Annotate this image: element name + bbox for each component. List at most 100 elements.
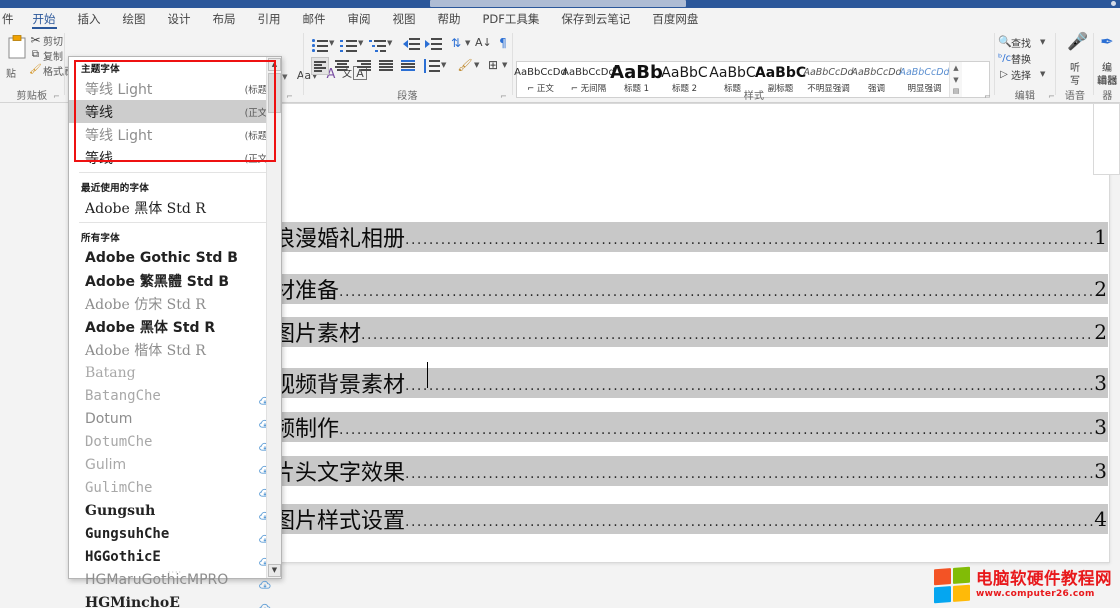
font-list-item-theme-1[interactable]: 等线 (正文) — [69, 100, 281, 123]
font-list-item-all-9[interactable]: Gulim — [69, 453, 281, 476]
document-page[interactable]: 浪漫婚礼相册..................................… — [272, 103, 1110, 563]
font-dialog-launcher[interactable]: ⌐ — [285, 92, 294, 101]
tab-file[interactable]: 件 — [0, 9, 22, 29]
scroll-down-button[interactable]: ▼ — [268, 564, 281, 577]
multilevel-chevron-down-icon[interactable]: ▼ — [387, 34, 392, 52]
search-icon[interactable]: 🔍 — [998, 33, 1012, 51]
numbering-icon[interactable] — [340, 35, 358, 53]
font-list-item-all-15[interactable]: HGMinchoE — [69, 591, 281, 608]
ribbon-group-voice: 🎤 听 写 语音 — [1057, 29, 1093, 103]
font-list-item-all-11[interactable]: Gungsuh — [69, 499, 281, 522]
select-label[interactable]: 选择 — [1011, 67, 1031, 82]
tab-insert[interactable]: 插入 — [67, 9, 112, 29]
decrease-indent-icon[interactable] — [403, 35, 421, 53]
quick-access-toolbar[interactable] — [430, 0, 686, 7]
borders-icon[interactable]: ⊞ — [485, 56, 501, 74]
font-list-item-all-7[interactable]: Dotum — [69, 407, 281, 430]
toc-entry[interactable]: 片头文字效果..................................… — [273, 456, 1108, 486]
align-center-icon[interactable] — [333, 57, 351, 75]
toc-entry[interactable]: 图片样式设置..................................… — [273, 504, 1108, 534]
bullets-icon[interactable] — [311, 35, 329, 53]
font-list-item-all-6[interactable]: BatangChe — [69, 384, 281, 407]
toc-entry[interactable]: 图片素材....................................… — [273, 317, 1108, 347]
dictate-label-line2[interactable]: 写 — [1070, 72, 1080, 87]
select-cursor-icon[interactable]: ▷ — [998, 66, 1010, 84]
gallery-scroll-down-icon[interactable]: ▼ — [953, 75, 958, 85]
find-chevron-down-icon[interactable]: ▼ — [1040, 33, 1045, 51]
font-list-item-recent-0[interactable]: Adobe 黑体 Std R — [69, 196, 281, 219]
editor-pen-icon[interactable]: ✒ — [1097, 33, 1117, 51]
tab-design[interactable]: 设计 — [157, 9, 202, 29]
borders-chevron-down-icon[interactable]: ▼ — [502, 56, 507, 74]
toc-entry[interactable]: 材准备.....................................… — [273, 274, 1108, 304]
bullets-chevron-down-icon[interactable]: ▼ — [329, 34, 334, 52]
toc-dot-leader: ........................................… — [405, 466, 1094, 482]
tab-layout[interactable]: 布局 — [202, 9, 247, 29]
tab-draw[interactable]: 绘图 — [112, 9, 157, 29]
font-list-item-theme-3[interactable]: 等线 (正文) — [69, 146, 281, 169]
font-list-item-all-3[interactable]: Adobe 黑体 Std R — [69, 315, 281, 338]
numbering-chevron-down-icon[interactable]: ▼ — [358, 34, 363, 52]
font-list-item-all-0[interactable]: Adobe Gothic Std B — [69, 246, 281, 269]
line-spacing-chevron-down-icon[interactable]: ▼ — [441, 56, 446, 74]
tab-references[interactable]: 引用 — [247, 9, 292, 29]
increase-indent-icon[interactable] — [425, 35, 443, 53]
multilevel-list-icon[interactable] — [369, 35, 387, 53]
font-list-item-all-4[interactable]: Adobe 楷体 Std R — [69, 338, 281, 361]
find-label[interactable]: 查找 — [1011, 35, 1031, 50]
tab-view[interactable]: 视图 — [382, 9, 427, 29]
cloud-download-icon[interactable] — [259, 598, 272, 608]
format-painter-icon[interactable]: 🖌 — [29, 61, 42, 79]
font-list-item-theme-0[interactable]: 等线 Light (标题) — [69, 77, 281, 100]
font-list-item-all-12[interactable]: GungsuhChe — [69, 522, 281, 545]
replace-label[interactable]: 替换 — [1011, 51, 1031, 66]
toc-entry[interactable]: 浪漫婚礼相册..................................… — [273, 222, 1108, 252]
tab-mailings[interactable]: 邮件 — [292, 9, 337, 29]
tab-help[interactable]: 帮助 — [427, 9, 472, 29]
font-list-item-all-5[interactable]: Batang — [69, 361, 281, 384]
select-chevron-down-icon[interactable]: ▼ — [1040, 65, 1045, 83]
scroll-up-button[interactable]: ▲ — [268, 58, 281, 71]
sort-chevron-down-icon[interactable]: ▼ — [465, 34, 470, 52]
tab-home[interactable]: 开始 — [22, 9, 67, 29]
styles-dialog-launcher[interactable]: ⌐ — [983, 92, 992, 101]
tab-save-cloud-note[interactable]: 保存到云笔记 — [550, 9, 641, 29]
toc-entry[interactable]: 频制作.....................................… — [273, 412, 1108, 442]
font-item-name: Adobe 楷体 Std R — [85, 342, 206, 359]
group-separator — [994, 33, 995, 95]
font-list-item-all-1[interactable]: Adobe 繁黑體 Std B — [69, 269, 281, 292]
group-separator — [1093, 33, 1094, 95]
font-list-item-theme-2[interactable]: 等线 Light (标题) — [69, 123, 281, 146]
line-spacing-icon[interactable] — [423, 57, 441, 75]
tab-baidu-netdisk[interactable]: 百度网盘 — [641, 9, 709, 29]
resize-grip[interactable]: ···· — [168, 568, 182, 577]
justify-icon[interactable] — [377, 57, 395, 75]
paste-label[interactable]: 贴 — [6, 65, 16, 80]
show-formatting-marks-icon[interactable]: ¶ — [495, 34, 511, 52]
font-list-item-all-13[interactable]: HGGothicE — [69, 545, 281, 568]
gallery-scroll-up-icon[interactable]: ▲ — [953, 63, 958, 73]
scrollbar-thumb[interactable] — [268, 73, 281, 113]
style-preview: AaBbCcDd — [562, 66, 615, 78]
paste-icon[interactable] — [6, 35, 30, 65]
tab-review[interactable]: 审阅 — [337, 9, 382, 29]
window-controls[interactable] — [1111, 1, 1116, 6]
toc-entry[interactable]: 视频背景素材..................................… — [273, 368, 1108, 398]
distribute-icon[interactable] — [399, 57, 417, 75]
font-name-dropdown-list[interactable]: 主题字体 等线 Light (标题) 等线 (正文) 等线 Light (标题) 等线 (正文… — [68, 56, 282, 608]
shading-chevron-down-icon[interactable]: ▼ — [474, 56, 479, 74]
align-right-icon[interactable] — [355, 57, 373, 75]
cut-label[interactable]: 剪切 — [43, 33, 63, 48]
microphone-icon[interactable]: 🎤 — [1067, 33, 1088, 51]
paragraph-dialog-launcher[interactable]: ⌐ — [499, 92, 508, 101]
font-list-item-all-2[interactable]: Adobe 仿宋 Std R — [69, 292, 281, 315]
font-list-item-all-10[interactable]: GulimChe — [69, 476, 281, 499]
sort-icon[interactable]: ⇅ — [447, 34, 465, 52]
font-list-scrollbar[interactable]: ▲ ▼ — [266, 57, 281, 578]
font-list-item-all-8[interactable]: DotumChe — [69, 430, 281, 453]
copy-label[interactable]: 复制 — [43, 48, 63, 63]
tab-pdf-tools[interactable]: PDF工具集 — [472, 9, 551, 29]
sort-az-icon[interactable]: A↓ — [475, 34, 492, 52]
align-left-icon[interactable] — [311, 57, 329, 75]
shading-icon[interactable]: 🖌 — [457, 56, 473, 74]
